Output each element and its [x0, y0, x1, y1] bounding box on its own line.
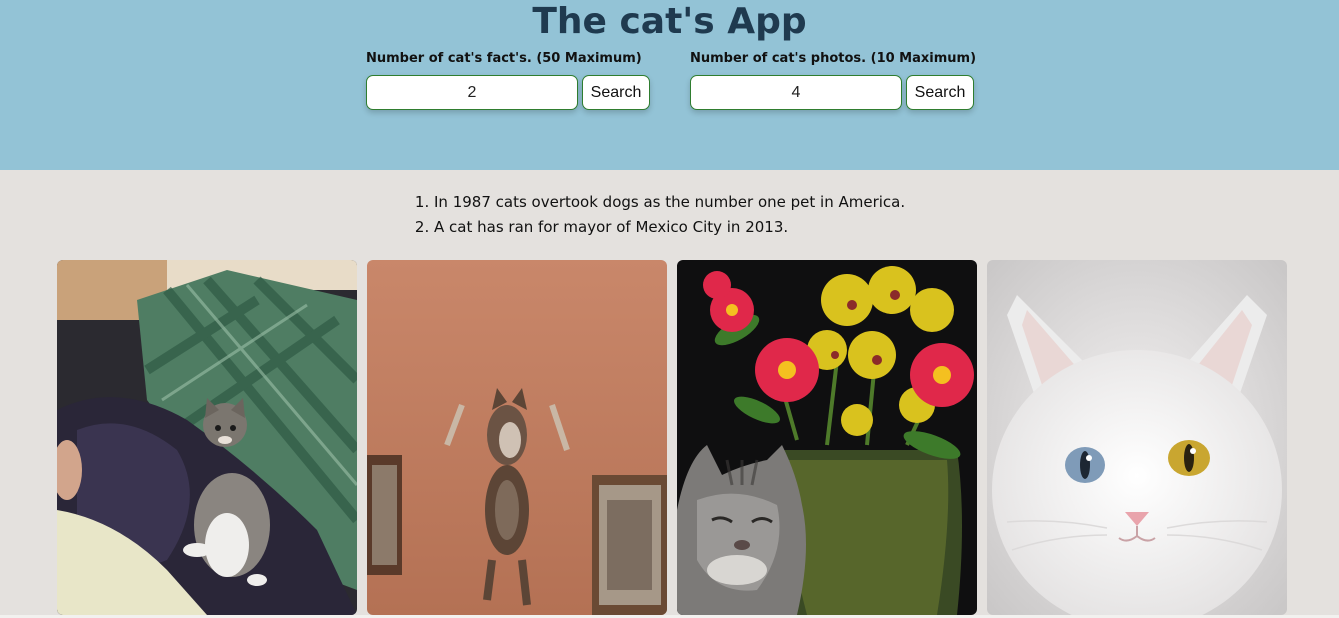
cat-photo-image: [677, 260, 977, 615]
cat-photo-1[interactable]: [57, 260, 357, 615]
fact-item: A cat has ran for mayor of Mexico City i…: [434, 215, 905, 240]
facts-search-button[interactable]: Search: [582, 75, 650, 110]
cat-photo-image: [367, 260, 667, 615]
app-header: The cat's App Number of cat's fact's. (5…: [0, 0, 1339, 170]
facts-list: In 1987 cats overtook dogs as the number…: [434, 190, 905, 240]
photos-count-input[interactable]: [690, 75, 902, 110]
cat-photo-4[interactable]: [987, 260, 1287, 615]
photos-count-label: Number of cat's photos. (10 Maximum): [690, 51, 977, 66]
facts-count-label: Number of cat's fact's. (50 Maximum): [366, 51, 642, 66]
cat-photo-3[interactable]: [677, 260, 977, 615]
facts-count-input[interactable]: [366, 75, 578, 110]
cat-photo-image: [987, 260, 1287, 615]
cat-photo-image: [57, 260, 357, 615]
facts-form: Number of cat's fact's. (50 Maximum) Sea…: [366, 50, 650, 110]
cat-photo-2[interactable]: [367, 260, 667, 615]
page-title: The cat's App: [532, 1, 807, 42]
photos-search-button[interactable]: Search: [906, 75, 974, 110]
photos-form: Number of cat's photos. (10 Maximum) Sea…: [690, 50, 976, 110]
fact-item: In 1987 cats overtook dogs as the number…: [434, 190, 905, 215]
